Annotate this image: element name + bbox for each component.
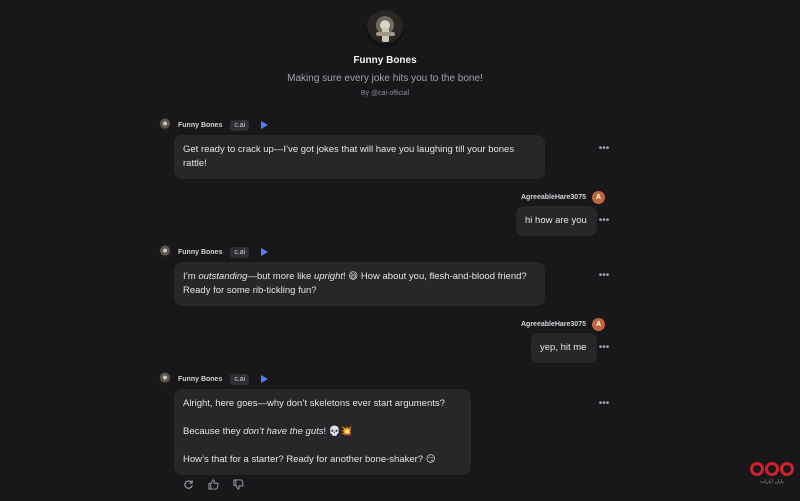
refresh-icon[interactable] [183,479,194,490]
message-emphasis: upright [313,271,344,282]
more-icon[interactable]: ••• [598,216,610,226]
user-message-bubble: yep, hit me [531,333,597,363]
logo-rings [750,462,794,476]
message-text: Because they [183,426,244,437]
message-text: I’m [183,271,199,282]
play-icon[interactable] [261,375,269,383]
more-icon[interactable]: ••• [598,399,610,409]
more-icon[interactable]: ••• [598,343,610,353]
character-avatar[interactable] [366,10,404,48]
bot-message-header: Funny Bones c.ai [158,245,269,259]
cai-badge: c.ai [230,246,250,258]
user-name: AgreeableHare3075 [521,320,586,328]
message-actions [183,479,244,490]
user-avatar[interactable]: A [592,190,605,204]
logo-text: پایان آپارات [760,479,784,485]
bot-name: Funny Bones [178,121,223,129]
cai-badge: c.ai [230,119,250,131]
play-icon[interactable] [261,121,269,129]
bot-avatar[interactable] [158,118,172,132]
thumbs-down-icon[interactable] [233,479,244,490]
bot-message-header: Funny Bones c.ai [158,118,269,132]
bot-avatar[interactable] [158,245,172,259]
bot-name: Funny Bones [178,248,223,256]
user-name: AgreeableHare3075 [521,193,586,201]
character-name: Funny Bones [353,55,417,66]
logo-ring [750,462,764,476]
message-line: How’s that for a starter? Ready for anot… [183,454,436,465]
bot-message-bubble: I’m outstanding—but more like upright! 😄… [174,262,545,306]
user-message-header: AgreeableHare3075 A [521,317,605,331]
cai-badge: c.ai [230,373,250,385]
message-text: yep, hit me [540,342,587,353]
user-avatar[interactable]: A [592,317,605,331]
bot-message-header: Funny Bones c.ai [158,372,269,386]
user-message-header: AgreeableHare3075 A [521,190,605,204]
bot-avatar[interactable] [158,372,172,386]
message-line: Alright, here goes—why don’t skeletons e… [183,398,445,409]
message-emphasis: outstanding [198,271,248,282]
chat-page: Funny Bones Making sure every joke hits … [0,0,800,501]
message-text: —but more like [247,271,314,282]
thumbs-up-icon[interactable] [208,479,219,490]
message-emphasis: don’t have the guts [243,426,324,437]
more-icon[interactable]: ••• [598,144,610,154]
user-message-bubble: hi how are you [516,206,597,236]
bot-message-bubble: Alright, here goes—why don’t skeletons e… [174,389,471,475]
logo-ring [765,462,779,476]
logo-ring [780,462,794,476]
play-icon[interactable] [261,248,269,256]
bot-name: Funny Bones [178,375,223,383]
message-line: Because they don’t have the guts! 💀💥 [183,425,462,439]
message-text: Get ready to crack up—I’ve got jokes tha… [183,144,515,169]
watermark-logo: پایان آپارات [750,462,794,494]
more-icon[interactable]: ••• [598,271,610,281]
message-text: hi how are you [525,215,587,226]
bot-message-bubble: Get ready to crack up—I’ve got jokes tha… [174,135,545,179]
character-tagline: Making sure every joke hits you to the b… [287,73,483,84]
character-author[interactable]: By @cai-official [0,90,770,97]
message-text: ! 💀💥 [323,426,353,437]
